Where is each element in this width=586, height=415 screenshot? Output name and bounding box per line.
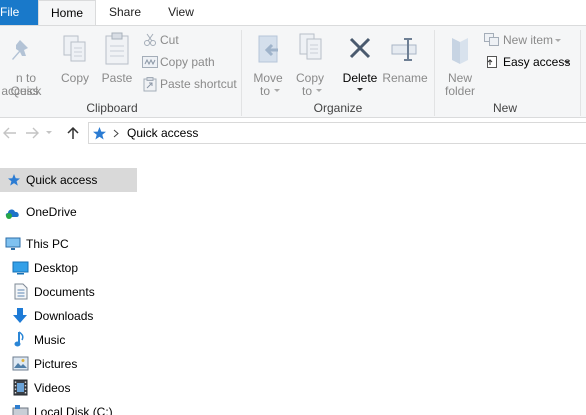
new-group-label: New <box>492 101 517 115</box>
tab-file-label: File <box>0 5 20 19</box>
nav-item-this-pc[interactable]: This PC <box>0 232 137 256</box>
rename-button[interactable]: Rename <box>382 30 428 96</box>
group-separator <box>580 30 581 116</box>
tab-share[interactable]: Share <box>96 0 154 25</box>
music-note-icon <box>14 331 24 347</box>
nav-item-pictures[interactable]: Pictures <box>0 352 137 376</box>
desktop-icon <box>12 261 29 275</box>
breadcrumb-chevron-icon <box>113 129 119 138</box>
tab-file[interactable]: File <box>0 0 38 25</box>
scissors-icon <box>144 33 156 46</box>
nav-item-local-disk[interactable]: Local Disk (C:) <box>0 400 137 415</box>
paste-button[interactable]: Paste <box>99 30 135 96</box>
copy-label: Copy <box>60 71 89 85</box>
new-item-button[interactable]: New item <box>483 30 573 50</box>
pin-icon <box>12 40 28 60</box>
ribbon-home: n to Quick access Copy Paste Cut Copy pa… <box>0 25 586 118</box>
downloads-arrow-icon <box>13 308 27 323</box>
nav-item-documents[interactable]: Documents <box>0 280 137 304</box>
move-to-button[interactable]: Move to <box>250 30 286 98</box>
videos-film-icon <box>13 379 28 396</box>
delete-x-icon <box>349 37 371 59</box>
new-folder-label-line2: folder <box>444 84 476 98</box>
cut-button[interactable]: Cut <box>141 30 231 50</box>
move-to-dropdown-icon <box>274 89 280 92</box>
easy-access-icon <box>487 56 497 68</box>
copy-to-dropdown-icon <box>316 89 322 92</box>
address-field[interactable]: Quick access <box>88 122 586 144</box>
nav-label-local-disk: Local Disk (C:) <box>34 405 113 415</box>
copy-to-icon <box>299 33 322 60</box>
copy-icon <box>63 35 86 62</box>
new-folder-button[interactable]: New folder <box>440 30 480 98</box>
easy-access-dropdown-icon <box>564 61 570 64</box>
nav-label-onedrive: OneDrive <box>26 205 77 219</box>
nav-item-videos[interactable]: Videos <box>0 376 137 400</box>
tab-share-label: Share <box>108 5 142 19</box>
rename-label: Rename <box>382 71 428 85</box>
nav-label-desktop: Desktop <box>34 261 79 275</box>
copy-button[interactable]: Copy <box>58 30 92 96</box>
quick-access-star-icon <box>8 174 20 186</box>
nav-item-downloads[interactable]: Downloads <box>0 304 137 328</box>
copy-path-button[interactable]: Copy path <box>141 52 236 72</box>
recent-locations-dropdown-icon[interactable] <box>46 131 52 134</box>
paste-shortcut-button[interactable]: Paste shortcut <box>141 74 237 94</box>
tab-home-label: Home <box>50 6 83 20</box>
new-folder-icon <box>452 38 468 64</box>
pin-label-line2: access <box>1 84 39 98</box>
cut-label: Cut <box>160 33 179 47</box>
onedrive-cloud-icon <box>5 209 19 219</box>
copy-path-icon <box>142 56 158 68</box>
nav-label-pictures: Pictures <box>34 357 78 371</box>
nav-label-quick-access: Quick access <box>26 173 98 187</box>
quick-access-star-icon <box>93 127 106 140</box>
local-disk-drive-icon <box>12 405 29 415</box>
new-item-dropdown-icon <box>555 39 561 42</box>
nav-label-videos: Videos <box>34 381 71 395</box>
paste-label: Paste <box>101 71 133 85</box>
easy-access-button[interactable]: Easy access <box>483 52 573 72</box>
forward-arrow-icon[interactable] <box>22 123 42 143</box>
delete-button[interactable]: Delete <box>340 30 380 96</box>
pictures-icon <box>12 356 29 371</box>
rename-icon <box>391 38 417 61</box>
move-to-icon <box>258 35 278 63</box>
back-arrow-icon[interactable] <box>0 123 20 143</box>
nav-item-music[interactable]: Music <box>0 328 137 352</box>
clipboard-group-label: Clipboard <box>86 101 138 115</box>
copy-to-button[interactable]: Copy to <box>292 30 328 98</box>
documents-icon <box>14 283 28 300</box>
tab-view[interactable]: View <box>154 0 208 25</box>
nav-item-desktop[interactable]: Desktop <box>0 256 137 280</box>
up-arrow-icon[interactable] <box>63 123 83 143</box>
nav-label-documents: Documents <box>34 285 95 299</box>
tab-home[interactable]: Home <box>38 0 96 26</box>
group-separator <box>241 30 242 116</box>
delete-label: Delete <box>342 71 378 85</box>
nav-label-music: Music <box>34 333 66 347</box>
nav-item-quick-access[interactable]: Quick access <box>0 168 137 192</box>
group-separator <box>434 30 435 116</box>
this-pc-monitor-icon <box>5 237 21 250</box>
tab-view-label: View <box>168 5 194 19</box>
new-item-icon <box>484 33 499 46</box>
pin-to-quick-access-button[interactable]: n to Quick access <box>0 30 52 98</box>
clipboard-icon <box>105 32 129 65</box>
organize-group-label: Organize <box>313 101 363 115</box>
copy-path-label: Copy path <box>160 55 215 69</box>
paste-shortcut-icon <box>143 77 157 92</box>
delete-dropdown-icon <box>357 88 363 91</box>
easy-access-label: Easy access <box>503 55 571 69</box>
paste-shortcut-label: Paste shortcut <box>160 77 237 91</box>
nav-label-this-pc: This PC <box>26 237 69 251</box>
new-item-label: New item <box>503 33 554 47</box>
address-location-text: Quick access <box>127 126 199 140</box>
nav-item-onedrive[interactable]: OneDrive <box>0 200 137 224</box>
nav-label-downloads: Downloads <box>34 309 94 323</box>
file-list-area[interactable] <box>138 149 586 415</box>
